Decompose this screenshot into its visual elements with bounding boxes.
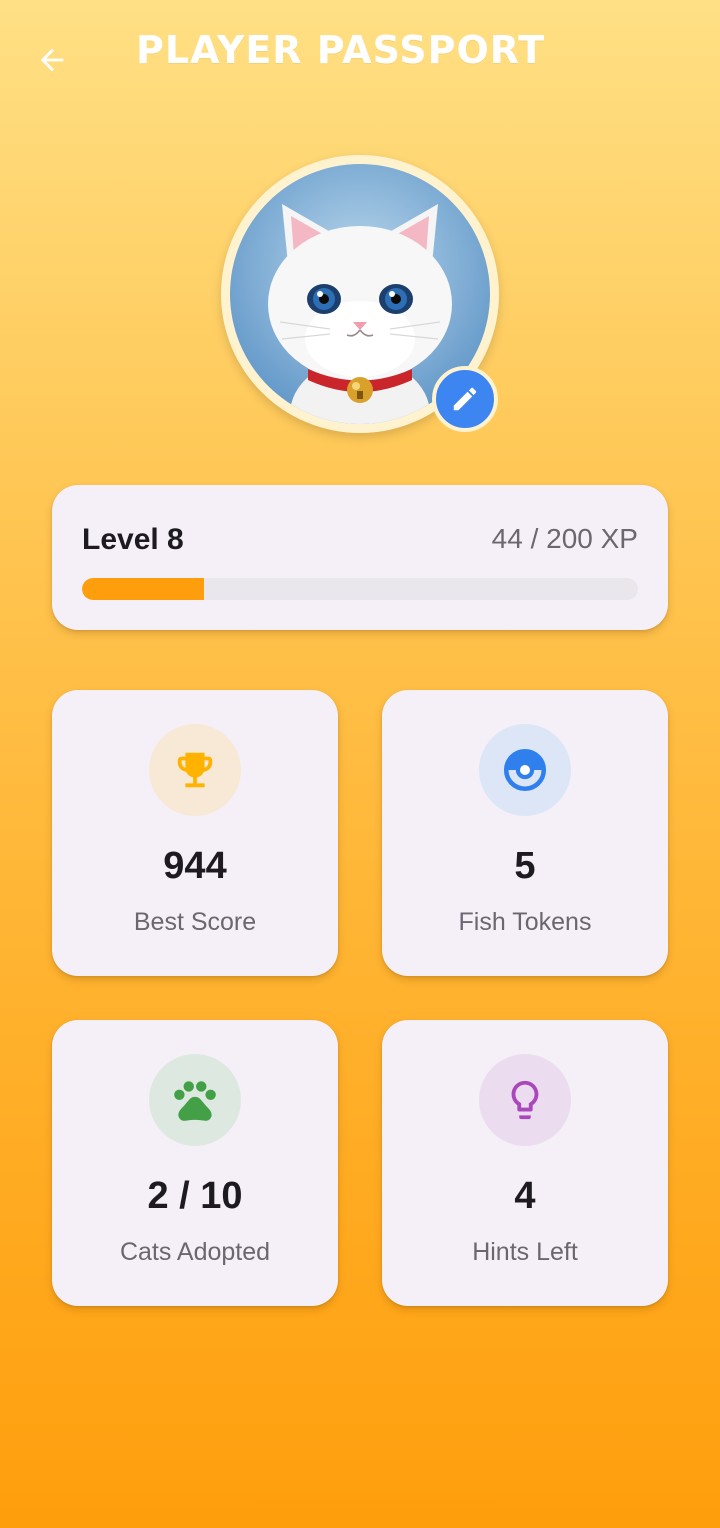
- stat-value: 944: [163, 845, 227, 887]
- paw-icon: [174, 1081, 216, 1121]
- arrow-left-icon: [40, 48, 64, 72]
- stat-card-hints-left: 4 Hints Left: [382, 1020, 668, 1306]
- pencil-icon: [453, 387, 477, 411]
- xp-progress-fill: [82, 578, 205, 600]
- stat-icon-background: [149, 1054, 241, 1146]
- stat-label: Cats Adopted: [119, 1238, 271, 1266]
- stat-label: Hints Left: [472, 1238, 578, 1266]
- xp-text: 44 / 200 XP: [491, 523, 638, 554]
- lightbulb-icon: [511, 1080, 539, 1120]
- trophy-icon: [177, 752, 213, 788]
- stat-card-cats-adopted: 2 / 10 Cats Adopted: [52, 1020, 338, 1306]
- app-header: PLAYER PASSPORT: [0, 0, 720, 110]
- stat-label: Best Score: [133, 908, 257, 936]
- page-title: PLAYER PASSPORT: [136, 28, 546, 72]
- level-card: Level 8 44 / 200 XP: [52, 485, 668, 630]
- stat-value: 4: [514, 1175, 536, 1217]
- xp-progress-bar: [82, 578, 638, 600]
- back-button[interactable]: [30, 38, 74, 82]
- stat-card-best-score: 944 Best Score: [52, 690, 338, 976]
- stat-value: 5: [514, 845, 536, 887]
- stat-value: 2 / 10: [147, 1175, 243, 1217]
- token-icon: [503, 748, 547, 792]
- stat-icon-background: [479, 724, 571, 816]
- edit-avatar-button[interactable]: [432, 366, 498, 432]
- stat-label: Fish Tokens: [458, 908, 592, 936]
- stat-icon-background: [149, 724, 241, 816]
- stat-icon-background: [479, 1054, 571, 1146]
- avatar-container: [221, 155, 499, 433]
- level-label: Level 8: [82, 523, 184, 556]
- stat-card-fish-tokens: 5 Fish Tokens: [382, 690, 668, 976]
